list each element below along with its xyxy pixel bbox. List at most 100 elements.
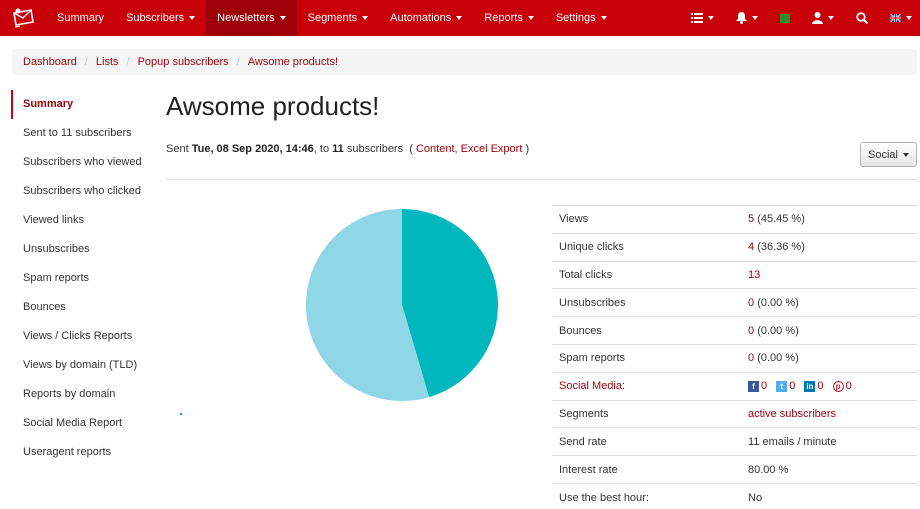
views-pie-chart [305,208,499,402]
sidebar-item-clicked[interactable]: Subscribers who clicked [11,177,151,206]
unsubscribes-link[interactable]: 0 [748,297,754,309]
chart-marker [180,413,182,415]
stat-label: Use the best hour: [552,482,741,509]
sent-info: Sent Tue, 08 Sep 2020, 14:46, to 11 subs… [166,143,530,155]
unique-clicks-link[interactable]: 4 [748,241,754,253]
sidebar-item-useragent[interactable]: Useragent reports [11,438,151,467]
stat-value: active subscribers [741,399,917,428]
segment-link[interactable]: active subscribers [748,408,836,420]
nav-item-label: Automations [390,12,452,24]
table-row: Use the best hour: No [552,482,917,509]
sidebar-item-social-media[interactable]: Social Media Report [11,409,151,438]
stat-label: Unique clicks [552,232,741,262]
breadcrumb-separator: / [236,56,240,68]
linkedin-count[interactable]: 0 [817,380,823,392]
stat-value: 0 (0.00 %) [741,343,917,373]
breadcrumb-lists[interactable]: Lists [96,56,119,68]
chevron-down-icon [902,152,909,157]
nav-item-settings[interactable]: Settings [545,0,618,36]
twitter-count[interactable]: 0 [789,380,795,392]
divider [166,179,917,180]
stat-label: Interest rate [552,455,741,484]
stat-label: Segments [552,399,741,428]
table-row: Unsubscribes 0 (0.00 %) [552,288,917,317]
facebook-icon: f [748,380,759,392]
chevron-down-icon [362,16,369,20]
nav-item-segments[interactable]: Segments [297,0,380,36]
views-count-link[interactable]: 5 [748,213,754,225]
sidebar: Summary Sent to 11 subscribers Subscribe… [11,90,151,467]
excel-export-link[interactable]: Excel Export [461,143,523,155]
bell-icon[interactable] [725,0,769,36]
uk-flag-icon[interactable] [879,0,920,36]
social-media-label[interactable]: Social Media: [552,371,741,401]
table-row: Spam reports 0 (0.00 %) [552,343,917,373]
breadcrumb-popup-subscribers[interactable]: Popup subscribers [138,56,229,68]
spam-link[interactable]: 0 [748,352,754,364]
sent-prefix: Sent [166,143,189,155]
sidebar-item-bounces[interactable]: Bounces [11,293,151,322]
sidebar-item-views-tld[interactable]: Views by domain (TLD) [11,351,151,380]
stat-label: Send rate [552,427,741,456]
stat-value: 0 (0.00 %) [741,288,917,317]
facebook-count[interactable]: 0 [761,380,767,392]
bounces-link[interactable]: 0 [748,325,754,337]
stat-value: 0 (0.00 %) [741,316,917,345]
content-link[interactable]: Content [416,143,455,155]
total-clicks-link[interactable]: 13 [748,269,760,281]
breadcrumb-dashboard[interactable]: Dashboard [23,56,77,68]
close-paren: ) [525,143,530,155]
social-counts: f0 t0 in 0 p0 [741,371,917,401]
chevron-down-icon [279,16,286,20]
nav-item-reports[interactable]: Reports [473,0,545,36]
stat-value: 5 (45.45 %) [741,205,917,234]
sent-suffix: subscribers [346,143,404,155]
table-row: Send rate 11 emails / minute [552,427,917,456]
stat-label: Bounces [552,316,741,345]
pinterest-count[interactable]: 0 [846,380,852,392]
sidebar-item-spam[interactable]: Spam reports [11,264,151,293]
stat-label: Unsubscribes [552,288,741,317]
nav-item-label: Summary [57,12,105,24]
stat-value: 4 (36.36 %) [741,232,917,262]
breadcrumb-current[interactable]: Awsome products! [248,56,338,68]
logo-icon[interactable] [0,0,46,36]
table-row: Total clicks 13 [552,260,917,289]
breadcrumb-separator: / [126,56,130,68]
pinterest-icon: p [832,380,844,392]
nav-item-automations[interactable]: Automations [379,0,473,36]
user-icon[interactable] [801,0,845,36]
sidebar-item-summary[interactable]: Summary [11,90,151,119]
search-icon[interactable] [845,0,879,36]
table-row: Social Media: f0 t0 in 0 p0 [552,371,917,401]
social-button-label: Social [868,148,898,161]
nav-item-label: Settings [555,12,596,24]
table-row: Interest rate 80.00 % [552,455,917,484]
twitter-icon: t [776,380,788,392]
nav-item-subscribers[interactable]: Subscribers [115,0,206,36]
table-row: Segments active subscribers [552,399,917,428]
nav-item-label: Newsletters [217,12,275,24]
breadcrumb-separator: / [84,56,88,68]
unsubscribes-percent: (0.00 %) [757,296,799,309]
stat-label: Views [552,205,741,234]
social-dropdown-button[interactable]: Social [860,142,917,167]
table-row: Unique clicks 4 (36.36 %) [552,232,917,262]
nav-item-newsletters[interactable]: Newsletters [206,0,297,36]
sidebar-item-viewed[interactable]: Subscribers who viewed [11,148,151,177]
stat-label: Total clicks [552,260,741,289]
sidebar-item-views-clicks[interactable]: Views / Clicks Reports [11,322,151,351]
sidebar-item-sent[interactable]: Sent to 11 subscribers [11,119,151,148]
sidebar-item-unsubscribes[interactable]: Unsubscribes [11,235,151,264]
chevron-down-icon [456,16,463,20]
list-icon[interactable] [680,0,725,36]
sent-count: 11 [332,143,344,155]
sent-to: , to [313,143,330,155]
spam-percent: (0.00 %) [757,352,799,365]
nav-item-summary[interactable]: Summary [46,0,115,36]
flag-icon[interactable] [769,0,801,36]
sidebar-item-reports-domain[interactable]: Reports by domain [11,380,151,409]
nav-item-label: Reports [484,12,523,24]
chevron-down-icon [527,16,534,20]
sidebar-item-viewed-links[interactable]: Viewed links [11,206,151,235]
